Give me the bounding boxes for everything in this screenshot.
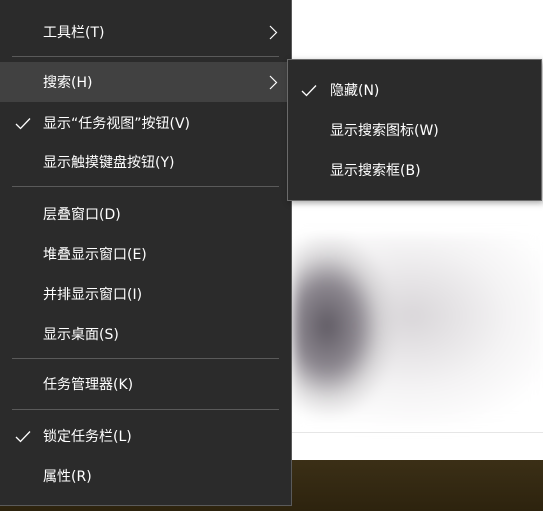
menu-item-label: 显示“任务视图”按钮(V): [43, 116, 191, 132]
menu-item-label: 搜索(H): [43, 75, 93, 91]
menu-item-side-by-side-windows[interactable]: 并排显示窗口(I): [0, 274, 291, 314]
menu-item-label: 显示触摸键盘按钮(Y): [43, 155, 175, 171]
submenu-item-label: 隐藏(N): [330, 83, 380, 99]
menu-item-stack-windows[interactable]: 堆叠显示窗口(E): [0, 234, 291, 274]
menu-item-label: 堆叠显示窗口(E): [43, 247, 147, 263]
background-divider: [292, 432, 543, 433]
chevron-right-icon: [266, 74, 280, 90]
menu-item-show-desktop[interactable]: 显示桌面(S): [0, 314, 291, 354]
menu-item-show-task-view-button[interactable]: 显示“任务视图”按钮(V): [0, 103, 291, 143]
menu-separator: [12, 56, 279, 57]
checkmark-icon: [300, 81, 318, 99]
menu-separator: [12, 409, 279, 410]
menu-item-lock-taskbar[interactable]: 锁定任务栏(L): [0, 416, 291, 456]
menu-item-label: 层叠窗口(D): [43, 207, 121, 223]
submenu-item-show-search-icon[interactable]: 显示搜索图标(W): [288, 110, 541, 150]
checkmark-icon: [14, 427, 32, 445]
menu-item-show-touch-keyboard-button[interactable]: 显示触摸键盘按钮(Y): [0, 142, 291, 182]
menu-item-label: 锁定任务栏(L): [43, 429, 132, 445]
menu-item-cascade-windows[interactable]: 层叠窗口(D): [0, 194, 291, 234]
menu-item-toolbars[interactable]: 工具栏(T): [0, 12, 291, 52]
menu-item-search[interactable]: 搜索(H): [0, 62, 291, 102]
menu-item-label: 属性(R): [43, 469, 92, 485]
submenu-item-hidden[interactable]: 隐藏(N): [288, 70, 541, 110]
menu-separator: [12, 358, 279, 359]
menu-item-label: 显示桌面(S): [43, 327, 119, 343]
search-submenu: 隐藏(N) 显示搜索图标(W) 显示搜索框(B): [287, 59, 542, 201]
taskbar-context-menu: 工具栏(T) 搜索(H) 显示“任务视图”按钮(V) 显示触摸键盘按钮(Y) 层…: [0, 0, 292, 506]
menu-item-label: 并排显示窗口(I): [43, 287, 143, 303]
desktop-screen: 工具栏(T) 搜索(H) 显示“任务视图”按钮(V) 显示触摸键盘按钮(Y) 层…: [0, 0, 543, 511]
chevron-right-icon: [266, 24, 280, 40]
checkmark-icon: [14, 114, 32, 132]
menu-item-label: 工具栏(T): [43, 25, 105, 41]
menu-separator: [12, 186, 279, 187]
submenu-item-show-search-box[interactable]: 显示搜索框(B): [288, 150, 541, 190]
background-blurred-image: [292, 236, 543, 426]
submenu-item-label: 显示搜索框(B): [330, 163, 421, 179]
menu-item-properties[interactable]: 属性(R): [0, 456, 291, 496]
menu-item-label: 任务管理器(K): [43, 377, 134, 393]
submenu-item-label: 显示搜索图标(W): [330, 123, 439, 139]
menu-item-task-manager[interactable]: 任务管理器(K): [0, 364, 291, 404]
